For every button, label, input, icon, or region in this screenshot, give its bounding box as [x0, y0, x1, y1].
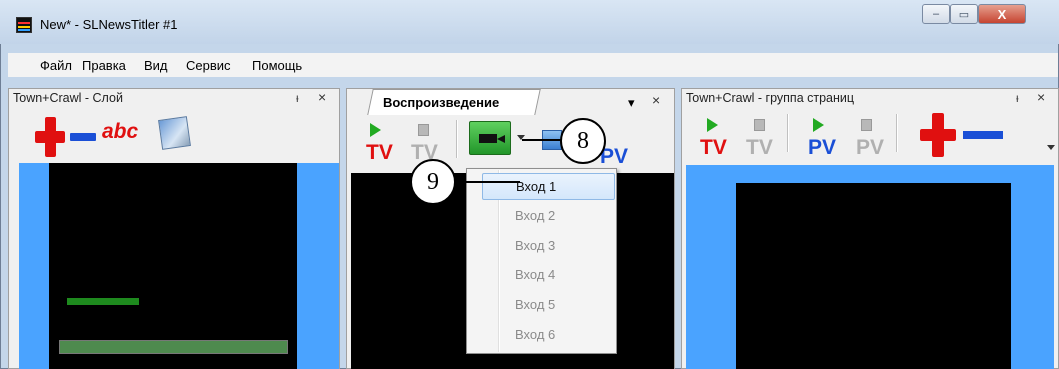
layer-panel-close-icon[interactable]: ×: [318, 89, 326, 105]
page-group-preview-canvas: [736, 183, 1011, 369]
maximize-button[interactable]: ▭: [950, 4, 978, 24]
title-element: [67, 298, 139, 305]
menu-file[interactable]: Файл: [40, 58, 72, 73]
pin-icon[interactable]: ᵼ: [1016, 91, 1019, 105]
menu-help[interactable]: Помощь: [252, 58, 302, 73]
toolbar-separator: [896, 114, 898, 152]
stop-tv-icon[interactable]: [754, 119, 765, 131]
input-option-6[interactable]: Вход 6: [482, 321, 615, 348]
callout-8: 8: [560, 118, 606, 164]
input-option-5[interactable]: Вход 5: [482, 291, 615, 318]
menu-view[interactable]: Вид: [144, 58, 168, 73]
close-button[interactable]: X: [978, 4, 1026, 24]
stop-tv-icon[interactable]: [418, 124, 429, 136]
menu-edit[interactable]: Правка: [82, 58, 126, 73]
pin-icon[interactable]: ᵼ: [296, 91, 299, 105]
input-option-4[interactable]: Вход 4: [482, 261, 615, 288]
tab-playback-label: Воспроизведение: [383, 95, 500, 110]
minimize-button[interactable]: ‒: [922, 4, 950, 24]
stop-pv-icon[interactable]: [861, 119, 872, 131]
callout-8-leader-line: [522, 139, 562, 141]
group-pv-stop-button[interactable]: PV: [856, 136, 884, 160]
toolbar-separator: [787, 114, 789, 152]
tv-play-button[interactable]: TV: [366, 141, 393, 165]
callout-9-leader-line: [456, 181, 520, 183]
play-pv-icon[interactable]: [813, 118, 824, 132]
group-pv-play-button[interactable]: PV: [808, 136, 836, 160]
page-group-panel-title: Town+Crawl - группа страниц: [686, 91, 855, 105]
menu-service[interactable]: Сервис: [186, 58, 231, 73]
play-tv-icon[interactable]: [370, 123, 381, 137]
input-option-3[interactable]: Вход 3: [482, 232, 615, 259]
callout-9: 9: [410, 159, 456, 205]
layer-panel-title: Town+Crawl - Слой: [13, 91, 123, 105]
group-tv-play-button[interactable]: TV: [700, 136, 727, 160]
crawl-element: [59, 340, 288, 354]
window-title: New* - SLNewsTitler #1: [40, 17, 178, 32]
text-tool-icon[interactable]: abc: [102, 120, 138, 144]
group-tv-stop-button[interactable]: TV: [746, 136, 773, 160]
add-page-icon[interactable]: [920, 113, 956, 157]
layer-preview-canvas: [49, 163, 297, 369]
input-option-2[interactable]: Вход 2: [482, 202, 615, 229]
panel-menu-chevron-down-icon[interactable]: ▾: [628, 95, 635, 111]
remove-page-icon[interactable]: [963, 131, 1003, 139]
add-layer-icon[interactable]: [35, 117, 65, 157]
remove-layer-icon[interactable]: [70, 133, 96, 141]
app-news-icon: [16, 17, 32, 33]
page-group-panel-close-icon[interactable]: ×: [1037, 89, 1045, 105]
play-tv-icon[interactable]: [707, 118, 718, 132]
edit-image-icon[interactable]: [158, 116, 191, 150]
toolbar-separator: [456, 120, 458, 158]
toolbar-overflow-chevron-down-icon[interactable]: [1047, 145, 1055, 150]
input-option-1[interactable]: Вход 1: [482, 173, 615, 200]
playback-panel-close-icon[interactable]: ×: [652, 92, 660, 108]
video-camera-icon[interactable]: [469, 121, 511, 155]
